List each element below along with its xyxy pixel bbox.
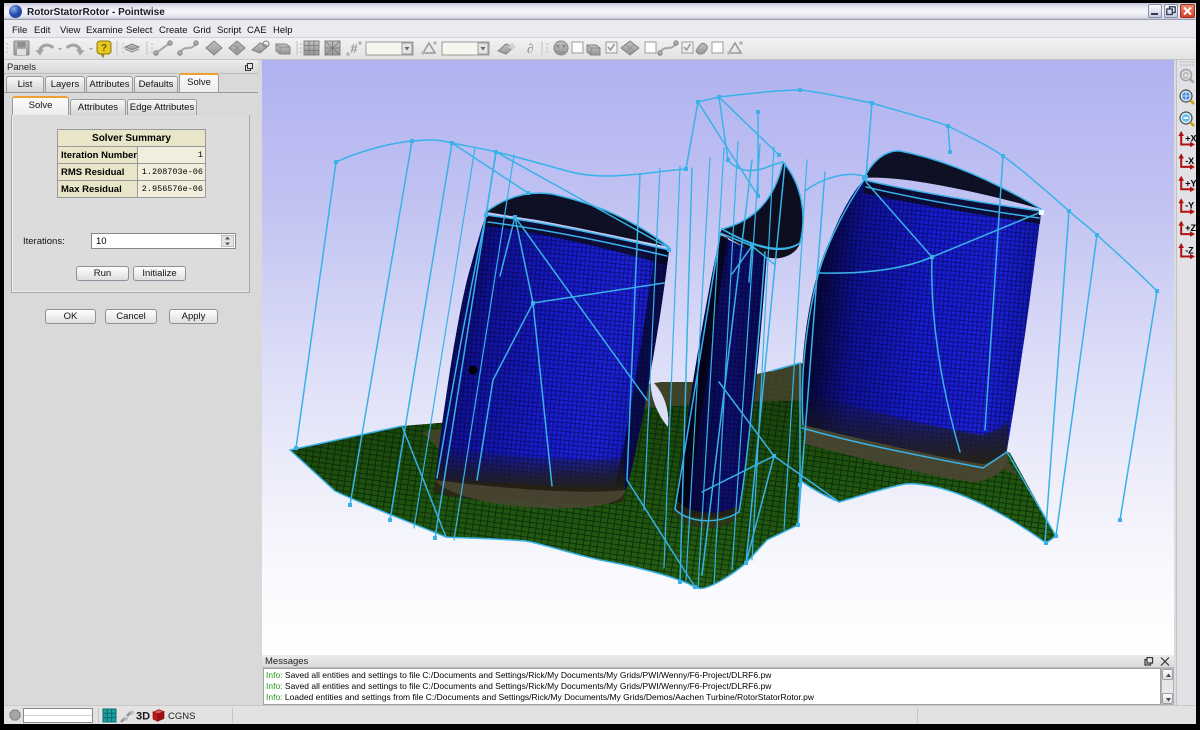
svg-text:∂: ∂ [527,41,533,56]
svg-text:+Z: +Z [1185,223,1196,233]
svg-text:?: ? [101,43,107,54]
svg-text:-X: -X [1185,156,1194,166]
svg-text:+X: +X [1185,134,1196,144]
svg-text:-Y: -Y [1185,201,1194,211]
svg-text:#: # [350,41,358,56]
svg-text:-Z: -Z [1185,246,1194,256]
svg-text:+Y: +Y [1185,178,1196,188]
svg-text:CGNS: CGNS [168,711,195,722]
svg-text:3D: 3D [136,711,150,723]
